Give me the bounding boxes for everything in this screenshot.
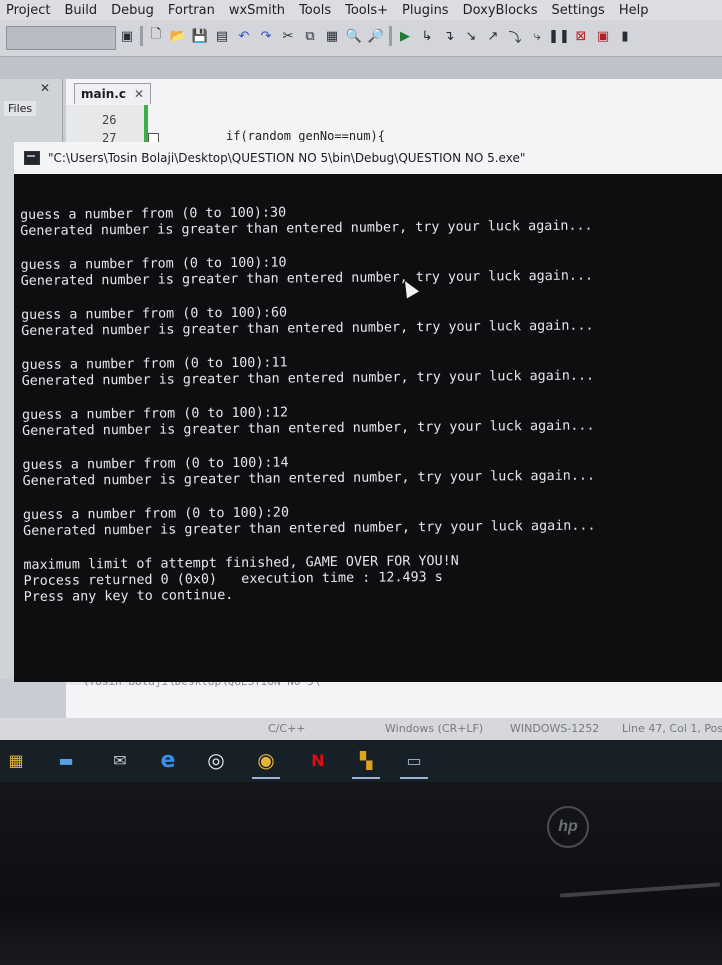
console-title-bar[interactable]: "C:\Users\Tosin Bolaji\Desktop\QUESTION … bbox=[14, 142, 722, 174]
find-icon[interactable]: 🔍 bbox=[345, 26, 363, 46]
paste-icon[interactable]: ▦ bbox=[323, 26, 341, 46]
menu-build[interactable]: Build bbox=[64, 3, 97, 18]
status-line-endings: Windows (CR+LF) bbox=[385, 722, 484, 735]
save-all-icon[interactable]: ▤ bbox=[213, 26, 231, 46]
menu-doxyblocks[interactable]: DoxyBlocks bbox=[463, 3, 538, 18]
status-bar: C/C++ Windows (CR+LF) WINDOWS-1252 Line … bbox=[0, 718, 722, 740]
console-app-icon bbox=[24, 151, 40, 165]
attempt-block: guess a number from (0 to 100):20 Genera… bbox=[23, 501, 722, 540]
menu-tools[interactable]: Tools bbox=[299, 3, 331, 18]
copy-icon[interactable]: ⧉ bbox=[301, 26, 319, 46]
chrome-icon[interactable]: ◉ bbox=[252, 746, 280, 774]
debug-run-icon[interactable]: ▶ bbox=[396, 26, 414, 46]
taskbar: ▦ ▬ ✉ e ◎ ◉ N ▚ ▭ bbox=[0, 740, 722, 782]
status-language: C/C++ bbox=[268, 722, 306, 735]
active-indicator bbox=[252, 777, 280, 779]
undo-icon[interactable]: ↶ bbox=[235, 26, 253, 46]
menu-help[interactable]: Help bbox=[619, 3, 649, 18]
menu-project[interactable]: Project bbox=[6, 3, 50, 18]
info-icon[interactable]: ▮ bbox=[616, 26, 634, 46]
run-to-cursor-icon[interactable]: ↳ bbox=[418, 26, 436, 46]
console-window[interactable]: "C:\Users\Tosin Bolaji\Desktop\QUESTION … bbox=[14, 142, 722, 682]
step-out-icon[interactable]: ↗ bbox=[484, 26, 502, 46]
attempt-block: guess a number from (0 to 100):30 Genera… bbox=[20, 201, 720, 240]
stop-icon[interactable]: ⊠ bbox=[572, 26, 590, 46]
build-target-combo[interactable] bbox=[6, 26, 116, 50]
next-line-icon[interactable]: ↴ bbox=[440, 26, 458, 46]
code-line: if(random_genNo==num){ bbox=[226, 129, 385, 143]
close-icon[interactable]: ✕ bbox=[40, 81, 50, 95]
step-into-icon[interactable]: ↘ bbox=[462, 26, 480, 46]
active-indicator bbox=[400, 777, 428, 779]
step-into-instruction-icon[interactable]: ⤷ bbox=[528, 26, 546, 46]
menu-fortran[interactable]: Fortran bbox=[168, 3, 215, 18]
line-number: 26 bbox=[102, 113, 117, 127]
toolbar-strip bbox=[0, 57, 722, 79]
toolbar-separator bbox=[389, 26, 392, 46]
tab-main-c[interactable]: main.c ✕ bbox=[74, 83, 151, 104]
attempt-block: guess a number from (0 to 100):60 Genera… bbox=[21, 301, 721, 340]
attempt-block: guess a number from (0 to 100):10 Genera… bbox=[20, 251, 720, 290]
console-title: "C:\Users\Tosin Bolaji\Desktop\QUESTION … bbox=[48, 151, 526, 165]
menu-debug[interactable]: Debug bbox=[111, 3, 154, 18]
new-file-icon[interactable]: 🗋 bbox=[147, 26, 165, 46]
laptop-bezel bbox=[0, 782, 722, 965]
open-icon[interactable]: 📂 bbox=[169, 26, 187, 46]
cut-icon[interactable]: ✂ bbox=[279, 26, 297, 46]
tab-label: main.c bbox=[81, 87, 126, 101]
save-icon[interactable]: 💾 bbox=[191, 26, 209, 46]
console-output: guess a number from (0 to 100):30 Genera… bbox=[20, 201, 722, 678]
final-output: maximum limit of attempt finished, GAME … bbox=[23, 551, 722, 606]
codeblocks-icon[interactable]: ▚ bbox=[352, 746, 380, 774]
toolbar: ▣ 🗋 📂 💾 ▤ ↶ ↷ ✂ ⧉ ▦ 🔍 🔎 ▶ ↳ ↴ ↘ ↗ ⤵ ⤷ ❚❚… bbox=[0, 20, 722, 57]
build-icon[interactable]: ▣ bbox=[118, 26, 136, 46]
menu-plugins[interactable]: Plugins bbox=[402, 3, 449, 18]
attempt-block: guess a number from (0 to 100):11 Genera… bbox=[21, 351, 721, 390]
groove-icon[interactable]: ◎ bbox=[202, 746, 230, 774]
replace-icon[interactable]: 🔎 bbox=[367, 26, 385, 46]
status-encoding: WINDOWS-1252 bbox=[510, 722, 600, 735]
pause-icon[interactable]: ❚❚ bbox=[548, 26, 570, 46]
status-position: Line 47, Col 1, Pos bbox=[622, 722, 722, 735]
attempt-block: guess a number from (0 to 100):12 Genera… bbox=[22, 401, 722, 440]
menu-bar: Project Build Debug Fortran wxSmith Tool… bbox=[0, 0, 722, 20]
menu-settings[interactable]: Settings bbox=[551, 3, 604, 18]
file-explorer-icon[interactable]: ▬ bbox=[52, 746, 80, 774]
mail-icon[interactable]: ✉ bbox=[106, 746, 134, 774]
menu-tools-plus[interactable]: Tools+ bbox=[345, 3, 388, 18]
close-icon[interactable]: ✕ bbox=[134, 87, 144, 101]
files-tab[interactable]: Files bbox=[4, 101, 37, 116]
attempt-block: guess a number from (0 to 100):14 Genera… bbox=[22, 451, 722, 490]
console-icon[interactable]: ▭ bbox=[400, 746, 428, 774]
redo-icon[interactable]: ↷ bbox=[257, 26, 275, 46]
hp-logo: hp bbox=[547, 806, 589, 848]
store-icon[interactable]: ▦ bbox=[2, 746, 30, 774]
debug-windows-icon[interactable]: ▣ bbox=[594, 26, 612, 46]
edge-icon[interactable]: e bbox=[154, 746, 182, 774]
toolbar-separator bbox=[140, 26, 143, 46]
menu-wxsmith[interactable]: wxSmith bbox=[229, 3, 285, 18]
netflix-icon[interactable]: N bbox=[304, 746, 332, 774]
background-graphic bbox=[502, 742, 722, 780]
active-indicator bbox=[352, 777, 380, 779]
next-instruction-icon[interactable]: ⤵ bbox=[506, 26, 524, 46]
